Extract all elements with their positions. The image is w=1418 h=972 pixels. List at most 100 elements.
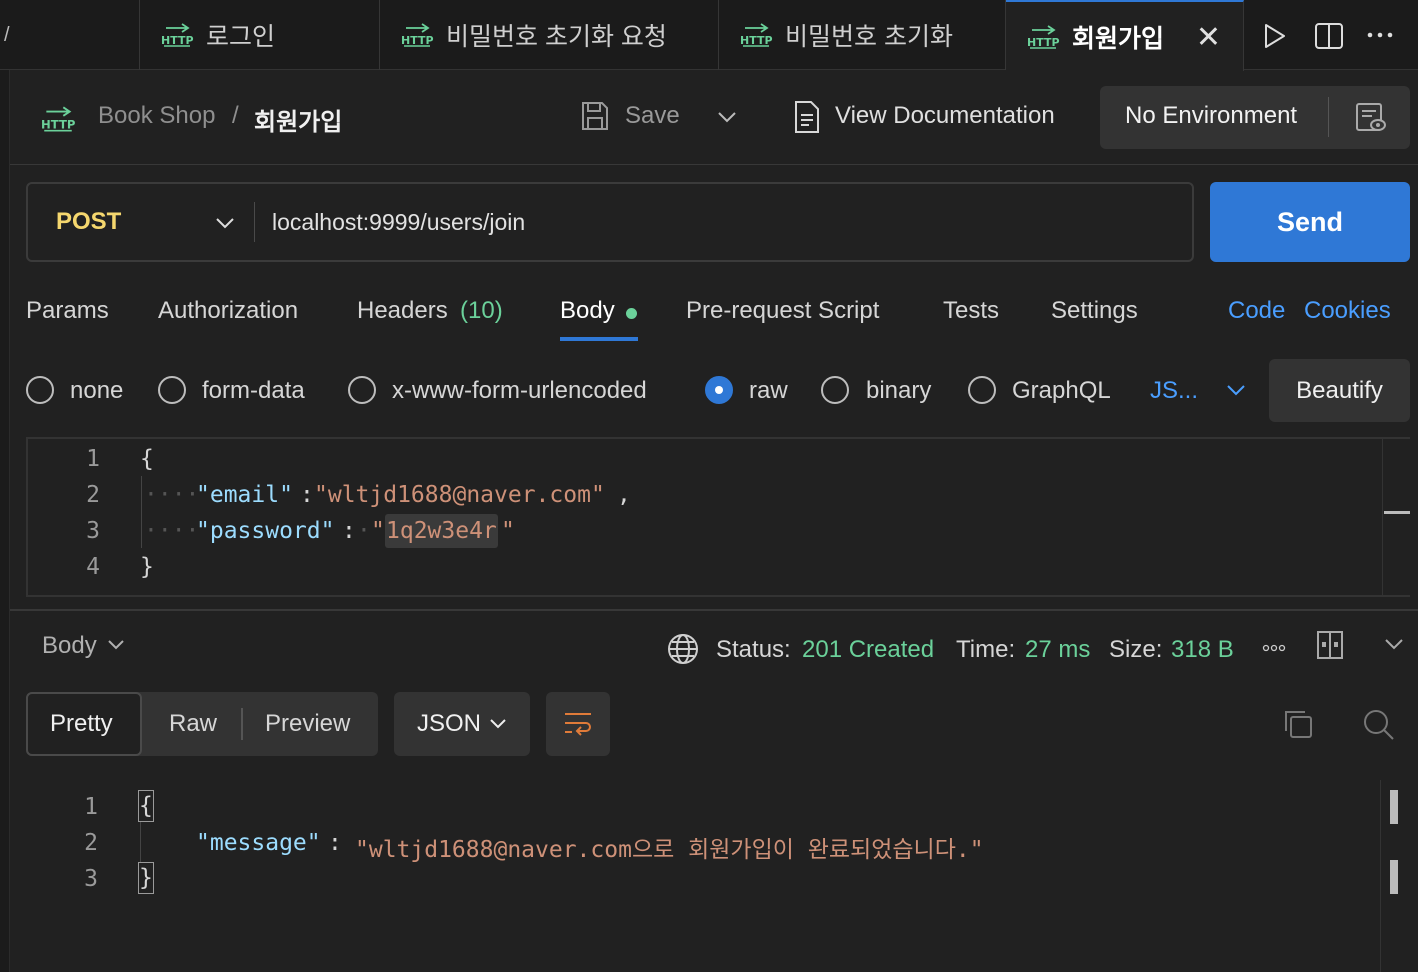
view-documentation-button[interactable]: View Documentation xyxy=(835,102,1055,130)
line-number: 1 xyxy=(86,446,100,472)
tab-raw[interactable]: Raw xyxy=(169,710,217,738)
run-icon[interactable] xyxy=(1262,22,1288,50)
tab-password-reset-request[interactable]: HTTP 비밀번호 초기화 요청 xyxy=(380,0,719,70)
response-body-viewer[interactable] xyxy=(26,780,1410,972)
cookies-link[interactable]: Cookies xyxy=(1304,297,1391,325)
http-icon: HTTP xyxy=(161,23,194,47)
status-value[interactable]: 201 Created xyxy=(802,636,934,664)
divider xyxy=(254,202,255,242)
code-value-password: 1q2w3e4r xyxy=(385,514,498,548)
split-view-icon[interactable] xyxy=(1314,22,1344,50)
whitespace-marker: ···· xyxy=(144,518,200,544)
url-input[interactable]: localhost:9999/users/join xyxy=(272,209,525,236)
code-comma: , xyxy=(617,482,631,508)
tab-headers[interactable]: Headers xyxy=(357,297,448,325)
size-value[interactable]: 318 B xyxy=(1171,636,1234,664)
radio-binary[interactable] xyxy=(821,376,849,404)
close-icon[interactable]: ✕ xyxy=(1196,20,1221,55)
send-button[interactable]: Send xyxy=(1210,182,1410,262)
radio-label-graphql: GraphQL xyxy=(1012,377,1111,404)
http-icon: HTTP xyxy=(1027,24,1060,49)
method-select[interactable]: POST xyxy=(56,208,121,236)
modified-dot xyxy=(626,308,637,319)
environment-selector[interactable]: No Environment xyxy=(1100,86,1410,149)
radio-none[interactable] xyxy=(26,376,54,404)
divider xyxy=(10,609,1418,611)
tab-label: 회원가입 xyxy=(1072,24,1165,53)
chevron-down-icon[interactable] xyxy=(214,216,236,230)
radio-raw[interactable] xyxy=(705,376,733,404)
chevron-down-icon xyxy=(490,719,506,729)
code-colon: : xyxy=(328,830,342,856)
more-icon[interactable] xyxy=(1262,643,1286,653)
radio-form-data[interactable] xyxy=(158,376,186,404)
radio-graphql[interactable] xyxy=(968,376,996,404)
chevron-down-icon[interactable] xyxy=(1225,383,1247,397)
tab-tests[interactable]: Tests xyxy=(943,297,999,325)
radio-label-form-data: form-data xyxy=(202,377,305,404)
tab-overflow[interactable]: / xyxy=(0,0,140,70)
line-number: 3 xyxy=(84,866,98,892)
tab-pre-request-script[interactable]: Pre-request Script xyxy=(686,297,879,325)
chevron-down-icon[interactable] xyxy=(716,110,738,124)
copy-icon[interactable] xyxy=(1282,708,1314,740)
http-icon: HTTP xyxy=(41,106,76,132)
wrap-lines-button[interactable] xyxy=(546,692,610,756)
code-value-email: "wltjd1688@naver.com" xyxy=(314,482,605,508)
tab-label: 로그인 xyxy=(206,23,276,51)
tab-signup[interactable]: HTTP 회원가입 ✕ xyxy=(1006,0,1244,71)
tab-label: 비밀번호 초기화 xyxy=(785,23,953,51)
response-body-dropdown[interactable]: Body xyxy=(42,632,97,660)
chevron-down-icon[interactable] xyxy=(106,638,126,652)
tab-password-reset[interactable]: HTTP 비밀번호 초기화 xyxy=(719,0,1006,70)
code-colon: : xyxy=(342,518,356,544)
save-button[interactable]: Save xyxy=(625,102,680,130)
http-icon: HTTP xyxy=(740,23,773,47)
breadcrumb-request[interactable]: 회원가입 xyxy=(254,102,342,137)
http-icon: HTTP xyxy=(401,23,434,47)
code-quote: " xyxy=(371,518,385,544)
chevron-down-icon[interactable] xyxy=(1383,637,1405,651)
minimap-divider xyxy=(1380,780,1381,972)
document-icon xyxy=(795,101,819,133)
radio-urlencoded[interactable] xyxy=(348,376,376,404)
tab-body[interactable]: Body xyxy=(560,297,615,325)
line-number: 1 xyxy=(84,794,98,820)
url-bar: POST localhost:9999/users/join xyxy=(26,182,1194,262)
indent-guide xyxy=(141,476,142,548)
tab-login[interactable]: HTTP 로그인 xyxy=(140,0,380,70)
breadcrumb-collection[interactable]: Book Shop xyxy=(98,102,215,130)
layout-toggle-icon[interactable] xyxy=(1316,630,1344,660)
tab-settings[interactable]: Settings xyxy=(1051,297,1138,325)
request-body-editor[interactable] xyxy=(26,437,1410,597)
tab-pretty[interactable]: Pretty xyxy=(26,692,142,756)
minimap-marker xyxy=(1390,860,1398,894)
beautify-button[interactable]: Beautify xyxy=(1269,359,1410,422)
svg-text:HTTP: HTTP xyxy=(1027,36,1060,49)
code-brace: { xyxy=(140,446,154,472)
language-select[interactable]: JS... xyxy=(1150,377,1198,405)
divider xyxy=(10,164,1418,165)
time-value[interactable]: 27 ms xyxy=(1025,636,1090,664)
line-number: 3 xyxy=(86,518,100,544)
save-icon[interactable] xyxy=(580,100,610,132)
response-value-message: "wltjd1688@naver.com으로 회원가입이 완료되었습니다." xyxy=(355,837,984,863)
format-select[interactable]: JSON xyxy=(394,692,530,756)
tab-preview[interactable]: Preview xyxy=(265,710,350,738)
environment-quick-look-icon[interactable] xyxy=(1354,101,1388,135)
size-label: Size: xyxy=(1109,636,1163,663)
tab-authorization[interactable]: Authorization xyxy=(158,297,298,325)
code-link[interactable]: Code xyxy=(1228,297,1285,325)
more-icon[interactable] xyxy=(1366,30,1396,40)
tab-label: 비밀번호 초기화 요청 xyxy=(446,23,667,51)
wrap-lines-icon xyxy=(565,713,591,736)
active-tab-indicator xyxy=(560,337,638,341)
search-icon[interactable] xyxy=(1362,708,1396,742)
code-brace: } xyxy=(140,554,154,580)
environment-label: No Environment xyxy=(1125,102,1298,129)
code-brace: { xyxy=(138,790,154,822)
svg-text:HTTP: HTTP xyxy=(401,34,434,47)
tab-params[interactable]: Params xyxy=(26,297,109,325)
globe-icon[interactable] xyxy=(666,632,700,666)
radio-label-urlencoded: x-www-form-urlencoded xyxy=(392,377,647,404)
